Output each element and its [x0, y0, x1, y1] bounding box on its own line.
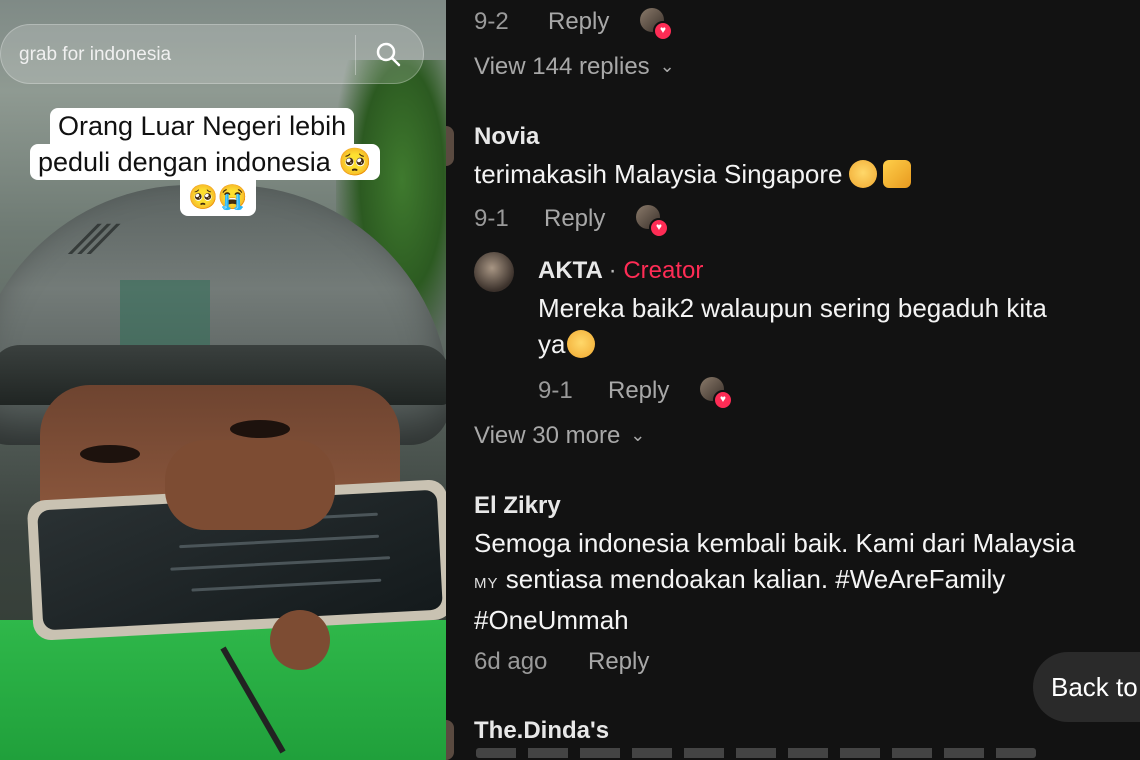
- creator-liked-badge: ♥: [636, 205, 669, 238]
- comment-username[interactable]: AKTA: [538, 257, 602, 284]
- search-bar[interactable]: grab for indonesia: [0, 24, 424, 84]
- comment-text-line-2: sentiasa mendoakan kalian. #WeAreFamily: [505, 564, 1006, 594]
- screen-text-line: [191, 578, 382, 592]
- comment-text-line-2: ya: [538, 329, 566, 359]
- creator-liked-badge: ♥: [640, 8, 673, 41]
- caption-line-2: peduli dengan indonesia 🥺: [30, 144, 380, 180]
- avatar[interactable]: [446, 126, 454, 166]
- chevron-down-icon: ⌄: [630, 425, 646, 445]
- helmet-logo: ∕∕∕: [74, 215, 114, 264]
- laughing-face-icon: [567, 330, 596, 358]
- caption-line-3: 🥺😭: [180, 180, 256, 216]
- caption-line-1: Orang Luar Negeri lebih: [50, 108, 355, 144]
- hand-fingers: [165, 440, 335, 530]
- avatar[interactable]: [446, 720, 454, 760]
- comment-username[interactable]: El Zikry: [474, 492, 561, 520]
- reply-button[interactable]: Reply: [588, 648, 649, 676]
- view-replies-button[interactable]: View 144 replies ⌄: [474, 53, 675, 81]
- comment-date: 9-2: [474, 8, 509, 35]
- green-jacket: [0, 620, 446, 760]
- view-more-button[interactable]: View 30 more ⌄: [474, 422, 645, 450]
- malaysia-flag-icon: MY: [474, 575, 499, 592]
- comment-date: 9-1: [538, 377, 573, 404]
- comments-panel: 9-2 Reply ♥ View 144 replies ⌄ Novia teri…: [446, 0, 1140, 760]
- reply-button[interactable]: Reply: [548, 8, 609, 36]
- video-frame[interactable]: ∕∕∕ grab for indonesia Orang Luar Negeri…: [0, 0, 446, 760]
- pleading-face-icon: [848, 160, 877, 188]
- screen-text-line: [179, 534, 380, 549]
- comment-text-line-1: Mereka baik2 walaupun sering begaduh kit…: [538, 293, 1047, 323]
- search-icon[interactable]: [373, 39, 403, 69]
- helmet-visor-tint: [120, 280, 210, 350]
- comment-text-body: terimakasih Malaysia Singapore: [474, 159, 843, 189]
- reply-button[interactable]: Reply: [608, 377, 669, 405]
- view-replies-label: View 144 replies: [474, 53, 650, 80]
- creator-avatar[interactable]: [474, 252, 514, 292]
- screen-text-line: [170, 556, 391, 571]
- eye-right: [230, 420, 290, 438]
- comment-date: 6d ago: [474, 648, 548, 675]
- comment-username[interactable]: Novia: [474, 123, 539, 151]
- search-divider: [355, 35, 356, 75]
- comment-date: 9-1: [474, 205, 509, 232]
- creator-badge: Creator: [623, 257, 704, 284]
- eye-left: [80, 445, 140, 463]
- heart-icon: ♥: [713, 390, 733, 410]
- view-more-label: View 30 more: [474, 422, 621, 449]
- comment-text: Mereka baik2 walaupun sering begaduh kit…: [538, 290, 1047, 362]
- separator-dot: ·: [608, 257, 617, 284]
- heart-icon: ♥: [649, 218, 669, 238]
- comment-text-line-1: Semoga indonesia kembali baik. Kami dari…: [474, 528, 1076, 558]
- comment-text-line-3: #OneUmmah: [474, 605, 629, 635]
- comment-username[interactable]: The.Dinda's: [474, 717, 609, 745]
- comment-text-line-2-wrap: ya: [538, 326, 1047, 362]
- comment-text: terimakasih Malaysia Singapore: [474, 156, 911, 192]
- hand-thumb: [270, 610, 330, 670]
- reply-button[interactable]: Reply: [544, 205, 605, 233]
- creator-liked-badge: ♥: [700, 377, 733, 410]
- comment-username-row[interactable]: AKTA · Creator: [538, 257, 703, 285]
- back-to-top-button[interactable]: Back to: [1033, 652, 1140, 722]
- search-input[interactable]: grab for indonesia: [19, 44, 171, 66]
- heart-icon: ♥: [653, 21, 673, 41]
- comment-text-line-2-wrap: MY sentiasa mendoakan kalian. #WeAreFami…: [474, 561, 1140, 602]
- comment-text-partial: [476, 748, 1036, 758]
- chevron-down-icon: ⌄: [659, 56, 675, 76]
- comment-text: Semoga indonesia kembali baik. Kami dari…: [474, 525, 1140, 638]
- heart-hands-icon: [882, 160, 911, 188]
